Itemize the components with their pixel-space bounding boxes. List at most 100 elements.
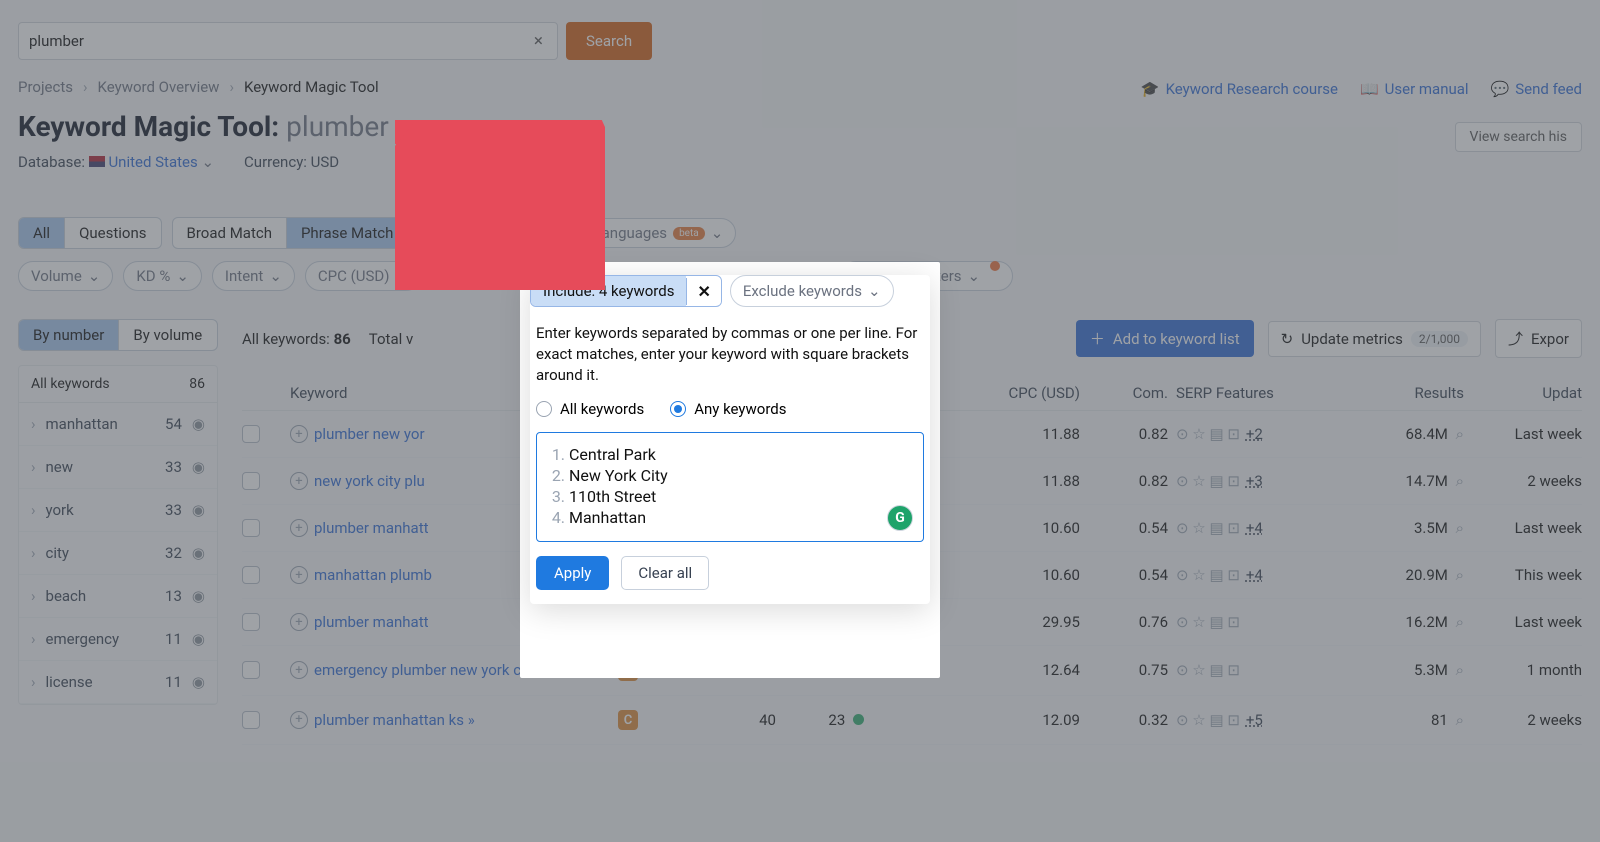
- chevron-down-icon[interactable]: ⌄: [201, 153, 214, 171]
- plus-circle-icon[interactable]: +: [290, 472, 308, 490]
- seg-all[interactable]: All: [19, 218, 65, 248]
- plus-circle-icon[interactable]: +: [290, 566, 308, 584]
- crumb-current: Keyword Magic Tool: [244, 78, 379, 96]
- radio-any-keywords[interactable]: Any keywords: [670, 400, 786, 418]
- us-flag-icon: [89, 156, 105, 167]
- eye-icon: ◉: [192, 544, 205, 562]
- keyword-link[interactable]: +plumber manhattan ks »: [290, 711, 610, 729]
- col-com[interactable]: Com.: [1088, 384, 1168, 402]
- serp-snapshot-icon[interactable]: ⌕: [1456, 661, 1464, 679]
- table-row[interactable]: +plumber manhattan ks » C 40 23 12.09 0.…: [242, 696, 1582, 746]
- update-metrics-button[interactable]: ↻Update metrics 2/1,000: [1268, 321, 1481, 357]
- clear-all-button[interactable]: Clear all: [621, 556, 709, 590]
- serp-features[interactable]: ⊙ ☆ ▤ ⊡ +3: [1176, 472, 1346, 490]
- row-checkbox[interactable]: [242, 711, 260, 729]
- serp-features[interactable]: ⊙ ☆ ▤ ⊡ +2: [1176, 425, 1346, 443]
- search-input[interactable]: [29, 32, 530, 50]
- clear-search-icon[interactable]: ×: [530, 31, 547, 51]
- chevron-down-icon: ⌄: [711, 224, 724, 242]
- serp-features[interactable]: ⊙ ☆ ▤ ⊡ +5: [1176, 711, 1346, 729]
- include-keywords-input[interactable]: Central Park New York City 110th Street …: [536, 432, 924, 542]
- match-segment[interactable]: Broad Match Phrase Match Exact Match ted: [172, 217, 571, 249]
- serp-features[interactable]: ⊙ ☆ ▤ ⊡ +4: [1176, 519, 1346, 537]
- apply-button[interactable]: Apply: [536, 556, 609, 590]
- sidebar-item[interactable]: ›york33 ◉: [19, 489, 217, 532]
- eye-icon[interactable]: ◉: [192, 415, 205, 433]
- page-title: Keyword Magic Tool: plumber: [18, 110, 1582, 143]
- eye-icon: ◉: [192, 501, 205, 519]
- eye-icon: ◉: [192, 458, 205, 476]
- row-checkbox[interactable]: [242, 472, 260, 490]
- filter-cpc[interactable]: CPC (USD) ⌄: [305, 261, 421, 291]
- feedback-link[interactable]: 💬 Send feed: [1491, 80, 1582, 98]
- include-keywords-pill[interactable]: Include: 4 keywords ✕: [530, 275, 722, 307]
- close-icon[interactable]: ✕: [686, 278, 720, 305]
- serp-features[interactable]: ⊙ ☆ ▤ ⊡: [1176, 661, 1346, 679]
- chevron-right-icon: ›: [31, 415, 36, 433]
- course-link[interactable]: 🎓 Keyword Research course: [1141, 80, 1338, 98]
- col-serp[interactable]: SERP Features: [1176, 384, 1346, 402]
- serp-snapshot-icon[interactable]: ⌕: [1456, 519, 1464, 537]
- sidebar-item[interactable]: ›beach13 ◉: [19, 575, 217, 618]
- plus-circle-icon[interactable]: +: [290, 613, 308, 631]
- plus-circle-icon[interactable]: +: [290, 519, 308, 537]
- row-checkbox[interactable]: [242, 661, 260, 679]
- row-checkbox[interactable]: [242, 519, 260, 537]
- serp-snapshot-icon[interactable]: ⌕: [1456, 711, 1464, 729]
- type-segment[interactable]: All Questions: [18, 217, 162, 249]
- radio-all-keywords[interactable]: All keywords: [536, 400, 644, 418]
- add-to-list-button[interactable]: ＋Add to keyword list: [1076, 320, 1254, 357]
- filter-intent[interactable]: Intent ⌄: [212, 261, 295, 291]
- plus-circle-icon[interactable]: +: [290, 711, 308, 729]
- sidebar-item[interactable]: ›city32 ◉: [19, 532, 217, 575]
- serp-snapshot-icon[interactable]: ⌕: [1456, 613, 1464, 631]
- row-checkbox[interactable]: [242, 613, 260, 631]
- serp-features[interactable]: ⊙ ☆ ▤ ⊡: [1176, 613, 1346, 631]
- help-links: 🎓 Keyword Research course 📖 User manual …: [1141, 80, 1582, 98]
- sidebar-item[interactable]: ›emergency11 ◉: [19, 618, 217, 661]
- crumb-overview[interactable]: Keyword Overview: [98, 78, 220, 96]
- search-box[interactable]: ×: [18, 22, 558, 60]
- sort-by-volume[interactable]: By volume: [119, 320, 216, 350]
- plus-circle-icon[interactable]: +: [290, 661, 308, 679]
- col-updated[interactable]: Updat: [1472, 384, 1582, 402]
- serp-snapshot-icon[interactable]: ⌕: [1456, 425, 1464, 443]
- sidebar-item[interactable]: ›license11 ◉: [19, 661, 217, 704]
- serp-features[interactable]: ⊙ ☆ ▤ ⊡ +4: [1176, 566, 1346, 584]
- seg-related[interactable]: ted: [520, 218, 569, 248]
- database-select[interactable]: United States: [108, 153, 197, 171]
- serp-snapshot-icon[interactable]: ⌕: [1456, 472, 1464, 490]
- seg-questions[interactable]: Questions: [65, 218, 160, 248]
- beta-badge: beta: [673, 227, 705, 240]
- row-checkbox[interactable]: [242, 566, 260, 584]
- filter-kd[interactable]: KD % ⌄: [123, 261, 202, 291]
- plus-circle-icon[interactable]: +: [290, 425, 308, 443]
- sidebar-item[interactable]: ›manhattan54 ◉: [19, 403, 217, 446]
- eye-icon: ◉: [192, 587, 205, 605]
- grammarly-icon[interactable]: G: [887, 505, 913, 531]
- serp-snapshot-icon[interactable]: ⌕: [1456, 566, 1464, 584]
- intent-badge: C: [618, 710, 638, 730]
- col-cpc[interactable]: CPC (USD): [970, 384, 1080, 402]
- sidebar-item[interactable]: ›new33 ◉: [19, 446, 217, 489]
- seg-phrase[interactable]: Phrase Match: [287, 218, 408, 248]
- view-history-button[interactable]: View search his: [1455, 122, 1582, 152]
- metrics-badge: 2/1,000: [1411, 331, 1468, 347]
- sort-by-number[interactable]: By number: [19, 320, 119, 350]
- manual-link[interactable]: 📖 User manual: [1360, 80, 1469, 98]
- export-button[interactable]: ⤴Expor: [1495, 319, 1582, 358]
- exclude-keywords-pill[interactable]: Exclude keywords ⌄: [730, 275, 894, 307]
- chevron-down-icon: ⌄: [868, 282, 881, 300]
- filter-volume[interactable]: Volume ⌄: [18, 261, 113, 291]
- search-button[interactable]: Search: [566, 22, 652, 60]
- col-results[interactable]: Results: [1354, 384, 1464, 402]
- seg-exact[interactable]: Exact Match: [408, 218, 520, 248]
- crumb-projects[interactable]: Projects: [18, 78, 73, 96]
- popover-help-text: Enter keywords separated by commas or on…: [536, 323, 924, 386]
- languages-pill[interactable]: Languages beta ⌄: [581, 218, 737, 248]
- indicator-dot-icon: [990, 261, 1000, 271]
- sort-segment[interactable]: By number By volume: [18, 319, 218, 351]
- sidebar: All keywords86 ›manhattan54 ◉ ›new33 ◉ ›…: [18, 365, 218, 705]
- seg-broad[interactable]: Broad Match: [173, 218, 287, 248]
- row-checkbox[interactable]: [242, 425, 260, 443]
